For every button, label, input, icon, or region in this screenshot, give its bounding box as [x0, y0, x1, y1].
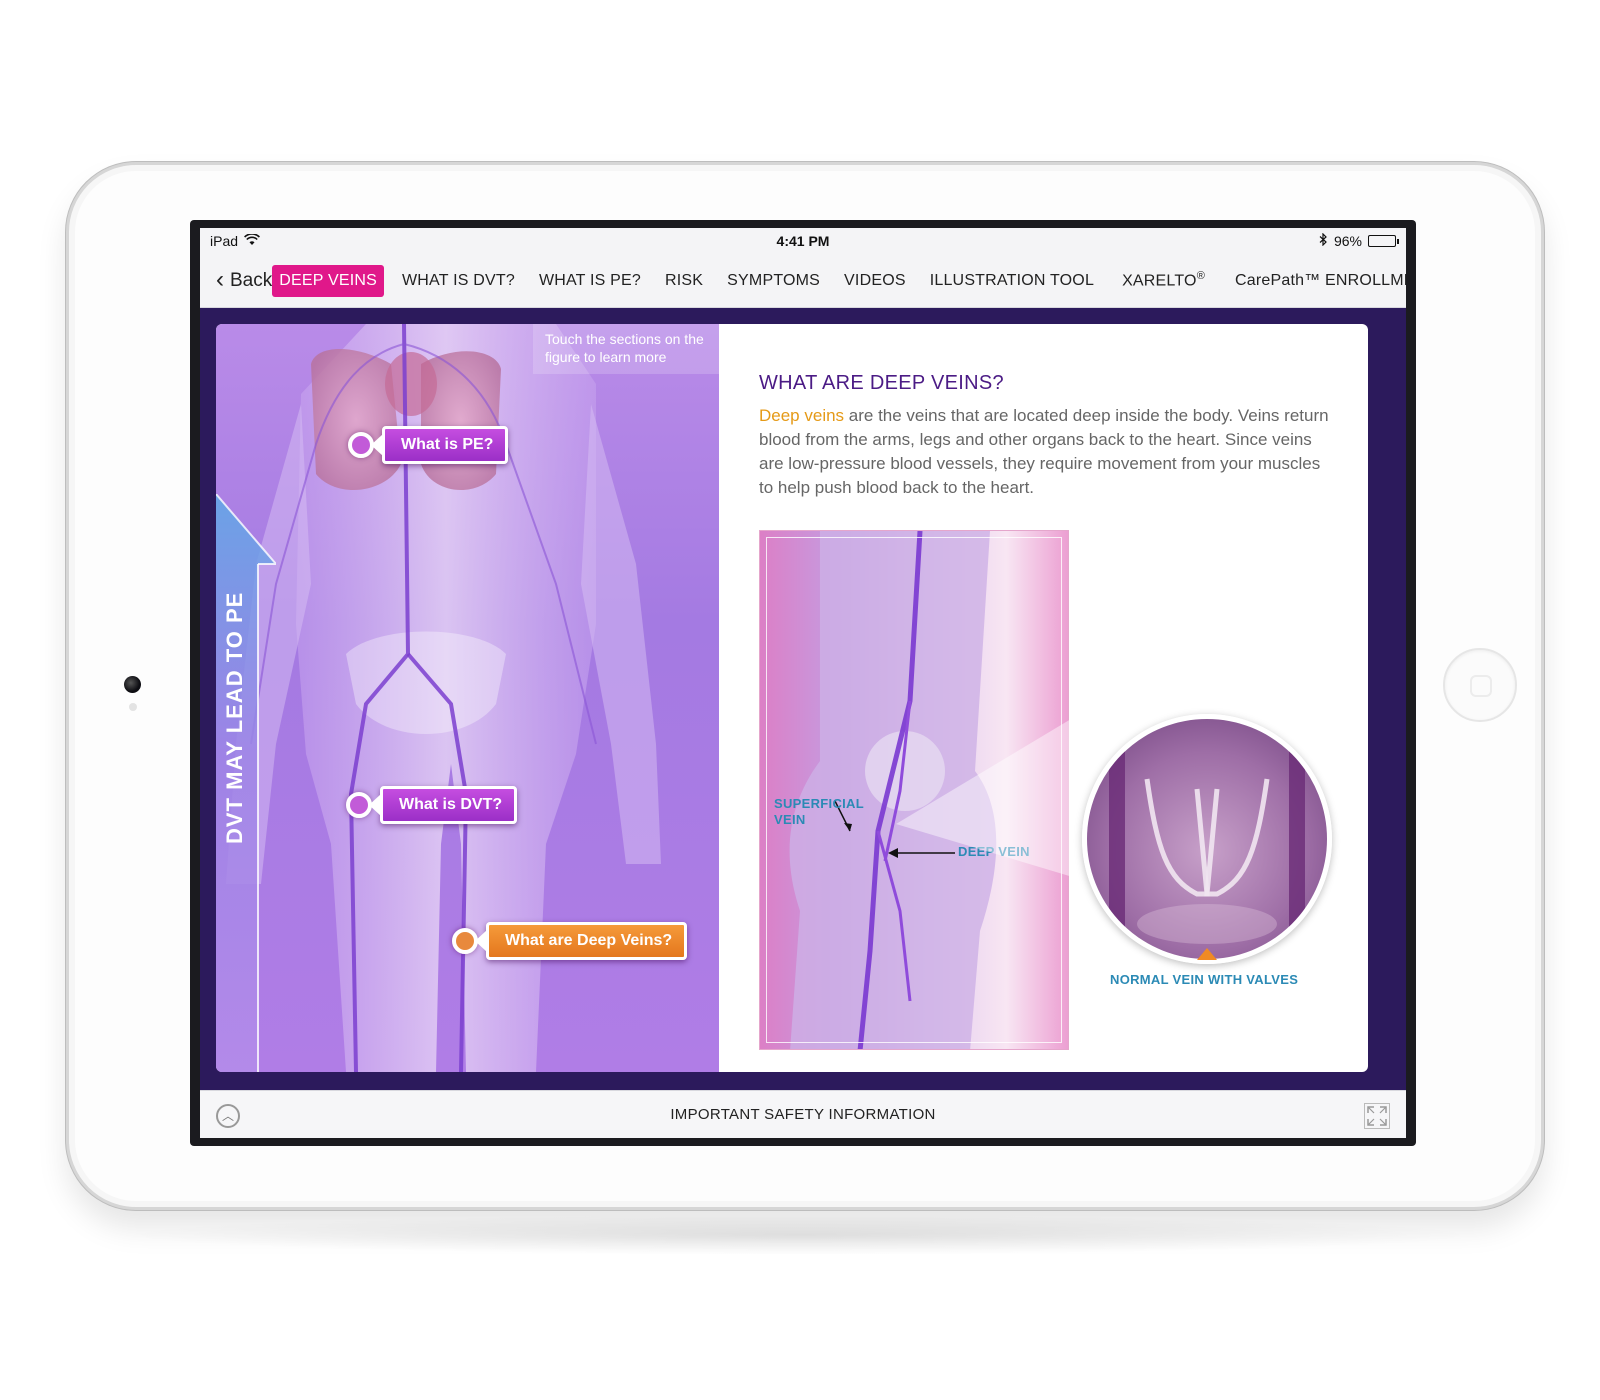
section-heading: WHAT ARE DEEP VEINS? — [759, 372, 1004, 394]
what-is-dvt-tag: What is DVT? — [368, 786, 518, 824]
sensor — [129, 703, 137, 711]
vein-valve-drawing — [1109, 719, 1305, 959]
section-body-text: are the veins that are located deep insi… — [759, 406, 1329, 497]
tab-what-is-dvt[interactable]: WHAT IS DVT? — [390, 272, 527, 290]
tab-videos[interactable]: VIDEOS — [832, 272, 918, 290]
body-figure-panel: Touch the sections on the figure to lear… — [216, 324, 719, 1072]
safety-info-title[interactable]: IMPORTANT SAFETY INFORMATION — [200, 1106, 1406, 1123]
superficial-line-1: SUPERFICIAL — [774, 796, 864, 811]
home-button[interactable] — [1443, 648, 1517, 722]
what-are-deep-veins-hotspot[interactable]: What are Deep Veins? — [452, 922, 688, 960]
safety-info-bar: ︿ IMPORTANT SAFETY INFORMATION — [200, 1090, 1406, 1138]
what-is-pe-hotspot[interactable]: What is PE? — [348, 426, 509, 464]
battery-icon — [1368, 235, 1399, 247]
content-card: Touch the sections on the figure to lear… — [216, 324, 1368, 1072]
superficial-vein-callout: SUPERFICIAL VEIN — [774, 796, 864, 828]
tab-carepath-enrollment[interactable]: CarePath™ ENROLLMENT — [1217, 272, 1406, 290]
touch-hint: Touch the sections on the figure to lear… — [533, 324, 719, 374]
back-button[interactable]: ‹ Back — [200, 265, 273, 293]
expand-icon[interactable] — [1364, 1103, 1390, 1129]
screen: iPad 4:41 PM 96% ‹ Back DEEP VEINS WHAT … — [190, 220, 1416, 1146]
registered-mark: ® — [1196, 270, 1205, 283]
tab-risk[interactable]: RISK — [653, 272, 715, 290]
chevron-left-icon: ‹ — [216, 265, 224, 293]
what-is-pe-tag: What is PE? — [370, 426, 509, 464]
bluetooth-icon — [1319, 232, 1328, 249]
device-shadow — [120, 1215, 1480, 1255]
top-nav: ‹ Back DEEP VEINS WHAT IS DVT? WHAT IS P… — [200, 254, 1406, 308]
camera-icon — [124, 676, 141, 693]
tab-illustration-tool[interactable]: ILLUSTRATION TOOL — [918, 272, 1106, 290]
what-is-dvt-hotspot[interactable]: What is DVT? — [346, 786, 518, 824]
tab-what-is-pe[interactable]: WHAT IS PE? — [527, 272, 653, 290]
deep-veins-highlight: Deep veins — [759, 406, 845, 425]
display: iPad 4:41 PM 96% ‹ Back DEEP VEINS WHAT … — [200, 228, 1406, 1138]
normal-vein-caption: NORMAL VEIN WITH VALVES — [1110, 972, 1299, 987]
tab-xarelto-label: XARELTO — [1122, 272, 1197, 290]
back-label: Back — [230, 269, 273, 291]
status-bar: iPad 4:41 PM 96% — [200, 228, 1406, 254]
tab-symptoms[interactable]: SYMPTOMS — [715, 272, 832, 290]
tab-xarelto[interactable]: XARELTO® — [1106, 270, 1217, 290]
what-are-deep-veins-tag: What are Deep Veins? — [474, 922, 688, 960]
section-body: Deep veins are the veins that are locate… — [759, 404, 1329, 500]
valve-zoom-circle — [1082, 714, 1332, 964]
home-square-icon — [1470, 675, 1492, 697]
clock: 4:41 PM — [776, 233, 830, 249]
magnify-beam — [896, 704, 1096, 884]
battery-percent: 96% — [1333, 233, 1362, 249]
superficial-line-2: VEIN — [774, 812, 806, 827]
valve-pointer-triangle — [1197, 948, 1217, 960]
tab-deep-veins[interactable]: DEEP VEINS — [272, 264, 384, 297]
dvt-may-lead-to-pe-label: DVT MAY LEAD TO PE — [222, 591, 247, 844]
